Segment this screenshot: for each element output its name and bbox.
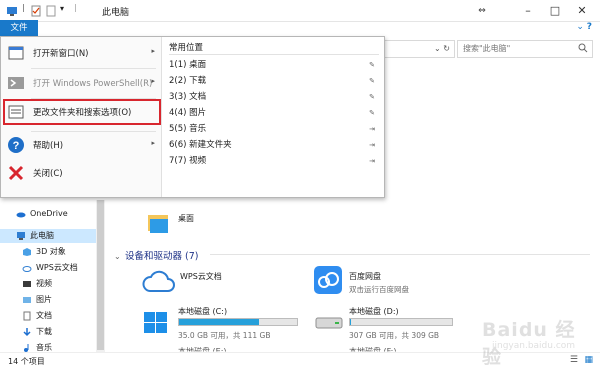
frequent-item-pictures[interactable]: 4(4) 图片 ✎ (169, 106, 381, 120)
ribbon-tabs (0, 22, 600, 36)
desktop-folder-label[interactable]: 桌面 (178, 213, 194, 224)
title-separator: | (74, 3, 77, 12)
drive-d-label[interactable]: 本地磁盘 (D:) (349, 306, 399, 317)
windows-drive-icon[interactable] (143, 311, 169, 335)
close-icon[interactable]: ✕ (572, 3, 592, 19)
frequent-item-downloads[interactable]: 2(2) 下载 ✎ (169, 74, 381, 88)
watermark-url: jingyan.baidu.com (492, 341, 576, 351)
address-bar[interactable]: ⌄ ↻ (385, 40, 455, 58)
hard-drive-icon[interactable] (315, 316, 343, 330)
svg-text:?: ? (13, 140, 20, 152)
properties-icon[interactable] (30, 5, 42, 17)
picture-folder-icon (23, 297, 31, 303)
nav-item-documents[interactable]: 文档 (0, 309, 96, 323)
title-bar: | ▾ | 此电脑 ⇔ – □ ✕ (0, 0, 600, 22)
frequent-places-title: 常用位置 (169, 43, 204, 53)
window-title: 此电脑 (102, 8, 130, 18)
frequent-item-videos[interactable]: 7(7) 视频 ⇥ (169, 154, 381, 168)
chevron-down-icon[interactable]: ⌄ (114, 252, 122, 261)
nav-item-pictures[interactable]: 图片 (0, 293, 96, 307)
baidu-netdisk-icon[interactable] (313, 265, 343, 295)
new-folder-icon[interactable] (45, 5, 57, 17)
pinned-icon[interactable]: ✎ (369, 58, 375, 72)
wps-cloud-drive-icon[interactable] (142, 267, 176, 295)
pin-icon[interactable]: ⇥ (369, 138, 375, 152)
quick-access-dropdown-icon[interactable]: ▾ (60, 4, 72, 16)
item-count: 14 个项目 (8, 357, 45, 366)
help-icon: ? (8, 137, 24, 153)
pinned-icon[interactable]: ✎ (369, 74, 375, 88)
drive-d-usage-fill (350, 319, 352, 325)
section-divider (210, 254, 590, 255)
menu-help[interactable]: ? 帮助(H) ▸ (1, 131, 161, 159)
wps-cloud-icon (22, 266, 32, 272)
computer-icon[interactable] (6, 5, 18, 17)
minimize-icon[interactable]: – (518, 3, 538, 19)
nav-scrollbar[interactable] (96, 200, 105, 352)
file-menu-commands: 打开新窗口(N) ▸ 打开 Windows PowerShell(R) ▸ 更改… (1, 37, 162, 197)
nav-item-wps-cloud[interactable]: WPS云文档 (0, 261, 96, 275)
drive-c-label[interactable]: 本地磁盘 (C:) (178, 306, 227, 317)
desktop-folder-icon[interactable] (146, 210, 172, 236)
3d-objects-icon (23, 248, 31, 256)
frequent-item-new-folder[interactable]: 6(6) 新建文件夹 ⇥ (169, 138, 381, 152)
frequent-item-documents[interactable]: 3(3) 文档 ✎ (169, 90, 381, 104)
menu-open-powershell[interactable]: 打开 Windows PowerShell(R) ▸ (1, 69, 161, 97)
search-placeholder: 搜索"此电脑" (463, 44, 511, 53)
menu-close[interactable]: 关闭(C) (1, 159, 161, 187)
frequent-places: 常用位置 1(1) 桌面 ✎ 2(2) 下载 ✎ 3(3) 文档 ✎ 4(4) 图片 ✎… (163, 37, 385, 197)
nav-item-onedrive[interactable]: OneDrive (0, 207, 96, 221)
baidu-netdisk-label[interactable]: 百度网盘 (349, 271, 381, 282)
computer-icon (17, 232, 25, 240)
pin-icon[interactable]: ⇥ (369, 122, 375, 136)
cloud-icon (16, 212, 26, 218)
file-menu: 打开新窗口(N) ▸ 打开 Windows PowerShell(R) ▸ 更改… (0, 36, 385, 198)
pinned-icon[interactable]: ✎ (369, 106, 375, 120)
frequent-places-divider (169, 54, 379, 55)
pinned-icon[interactable]: ✎ (369, 90, 375, 104)
window-icon (8, 46, 24, 60)
download-folder-icon (23, 328, 31, 337)
drive-c-capacity: 35.0 GB 可用，共 111 GB (178, 331, 271, 340)
refresh-icon[interactable]: ⌄ ↻ (434, 44, 450, 53)
submenu-arrow-icon: ▸ (151, 139, 155, 147)
drive-c-usage-fill (179, 319, 260, 325)
scrollbar-thumb[interactable] (97, 200, 104, 350)
nav-item-3d-objects[interactable]: 3D 对象 (0, 245, 96, 259)
search-input[interactable]: 搜索"此电脑" (457, 40, 593, 58)
navigation-pane: OneDrive 此电脑 3D 对象 WPS云文档 视频 图片 文档 下载 音乐 (0, 200, 106, 352)
search-icon (578, 43, 588, 53)
close-x-icon (8, 165, 24, 181)
drive-d-usage-bar (349, 318, 453, 326)
red-highlight-box (3, 99, 161, 125)
frequent-item-music[interactable]: 5(5) 音乐 ⇥ (169, 122, 381, 136)
baidu-watermark: Baidu 经验 jingyan.baidu.com (452, 315, 592, 368)
devices-section-header[interactable]: ⌄ 设备和驱动器 (7) (114, 248, 199, 262)
submenu-arrow-icon: ▸ (151, 77, 155, 85)
nav-item-videos[interactable]: 视频 (0, 277, 96, 291)
frequent-item-desktop[interactable]: 1(1) 桌面 ✎ (169, 58, 381, 72)
drive-d-capacity: 307 GB 可用，共 309 GB (349, 331, 440, 340)
submenu-arrow-icon: ▸ (151, 47, 155, 55)
baidu-netdisk-subtitle: 双击运行百度网盘 (349, 285, 409, 294)
nav-item-downloads[interactable]: 下载 (0, 325, 96, 339)
document-folder-icon (23, 311, 31, 321)
help-icon[interactable]: ⌄ ? (576, 22, 592, 32)
pin-icon[interactable]: ⇥ (369, 154, 375, 168)
expand-arrows-icon: ⇔ (478, 6, 486, 16)
menu-open-new-window[interactable]: 打开新窗口(N) ▸ (1, 39, 161, 67)
tab-file[interactable]: 文件 (0, 20, 38, 36)
maximize-icon[interactable]: □ (545, 3, 565, 19)
wps-cloud-drive-label[interactable]: WPS云文档 (180, 271, 222, 282)
drive-c-usage-bar (178, 318, 298, 326)
powershell-icon (8, 77, 24, 89)
nav-item-this-pc[interactable]: 此电脑 (0, 229, 96, 243)
video-folder-icon (23, 281, 31, 287)
